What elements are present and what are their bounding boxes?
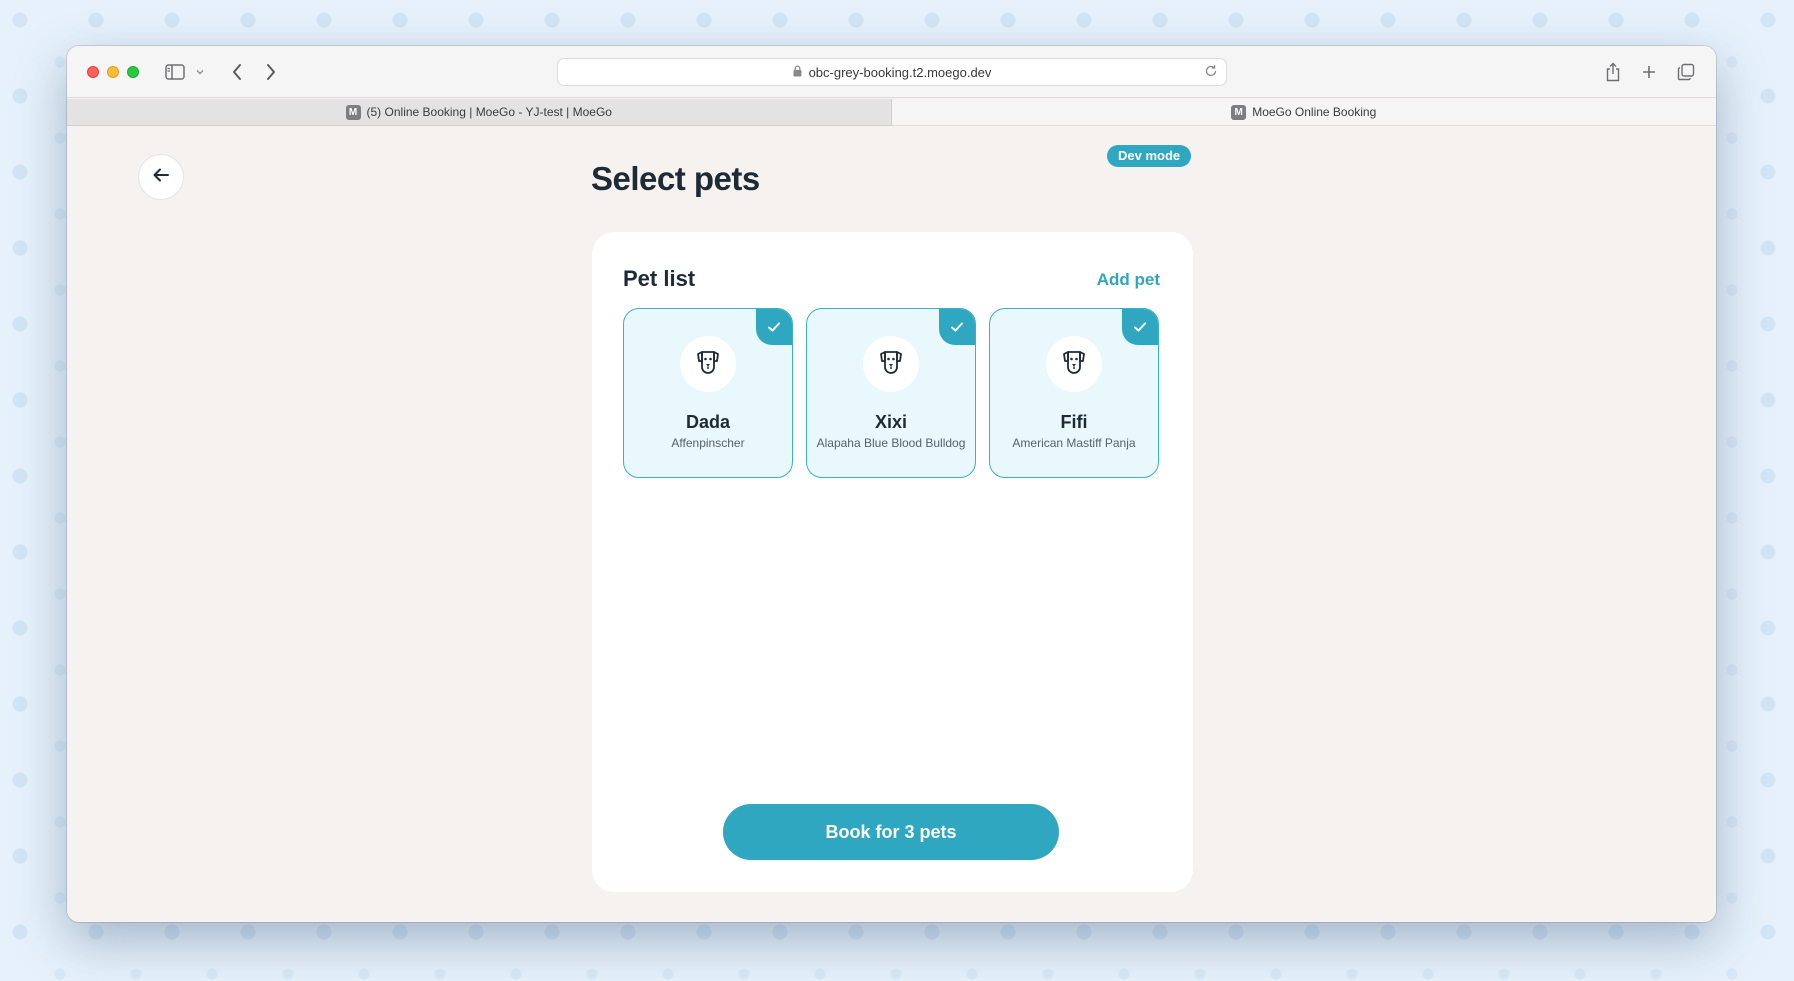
- url-text: obc-grey-booking.t2.moego.dev: [808, 64, 992, 80]
- pet-breed: American Mastiff Panja: [1012, 436, 1136, 450]
- tab-bar: M (5) Online Booking | MoeGo - YJ-test |…: [67, 99, 1716, 126]
- pet-breed: Affenpinscher: [671, 436, 745, 450]
- tab-moego-online-booking[interactable]: M MoeGo Online Booking: [891, 99, 1716, 126]
- dev-mode-badge: Dev mode: [1107, 145, 1192, 167]
- new-tab-icon[interactable]: [1639, 59, 1659, 85]
- back-button[interactable]: [138, 154, 184, 200]
- pet-avatar: [680, 336, 736, 392]
- address-bar[interactable]: obc-grey-booking.t2.moego.dev: [557, 58, 1227, 86]
- pet-list-title: Pet list: [623, 266, 696, 291]
- tab-label: MoeGo Online Booking: [1252, 105, 1377, 119]
- back-arrow-icon[interactable]: [227, 59, 247, 85]
- reload-icon[interactable]: [1204, 64, 1218, 81]
- page-title: Select pets: [591, 160, 760, 197]
- checkmark-icon: [1122, 309, 1158, 345]
- zoom-window-button[interactable]: [127, 66, 139, 78]
- page-content: Select pets Dev mode Pet list Add pet Da…: [67, 127, 1716, 922]
- forward-arrow-icon[interactable]: [261, 59, 281, 85]
- book-pets-button[interactable]: Book for 3 pets: [723, 804, 1059, 860]
- lock-icon: [793, 64, 802, 80]
- chevron-down-icon[interactable]: [193, 59, 207, 85]
- pet-card-xixi[interactable]: Xixi Alapaha Blue Blood Bulldog: [806, 308, 976, 478]
- pet-name: Xixi: [874, 412, 908, 432]
- pet-list-card: Pet list Add pet Dada Affenpinscher Xixi…: [592, 232, 1193, 892]
- checkmark-icon: [939, 309, 975, 345]
- pet-grid: Dada Affenpinscher Xixi Alapaha Blue Blo…: [623, 308, 1159, 478]
- browser-window: obc-grey-booking.t2.moego.dev M (5) Onli…: [67, 46, 1716, 922]
- pet-name: Dada: [685, 412, 730, 432]
- tab-overview-icon[interactable]: [1676, 59, 1696, 85]
- arrow-left-icon: [151, 165, 171, 190]
- moego-favicon-icon: M: [1231, 104, 1247, 120]
- tab-online-booking-yj-test[interactable]: M (5) Online Booking | MoeGo - YJ-test |…: [67, 99, 892, 126]
- add-pet-link[interactable]: Add pet: [1097, 270, 1160, 290]
- dog-icon: [876, 347, 906, 382]
- moego-favicon-icon: M: [345, 104, 361, 120]
- close-window-button[interactable]: [87, 66, 99, 78]
- minimize-window-button[interactable]: [107, 66, 119, 78]
- pet-avatar: [1046, 336, 1102, 392]
- browser-toolbar: obc-grey-booking.t2.moego.dev: [67, 46, 1716, 98]
- sidebar-toggle-icon[interactable]: [163, 59, 187, 85]
- tab-label: (5) Online Booking | MoeGo - YJ-test | M…: [366, 105, 612, 119]
- checkmark-icon: [756, 309, 792, 345]
- dog-icon: [1059, 347, 1089, 382]
- pet-card-dada[interactable]: Dada Affenpinscher: [623, 308, 793, 478]
- share-icon[interactable]: [1603, 59, 1623, 85]
- pet-card-fifi[interactable]: Fifi American Mastiff Panja: [989, 308, 1159, 478]
- pet-avatar: [863, 336, 919, 392]
- dog-icon: [693, 347, 723, 382]
- pet-name: Fifi: [1060, 412, 1088, 432]
- pet-breed: Alapaha Blue Blood Bulldog: [816, 436, 966, 450]
